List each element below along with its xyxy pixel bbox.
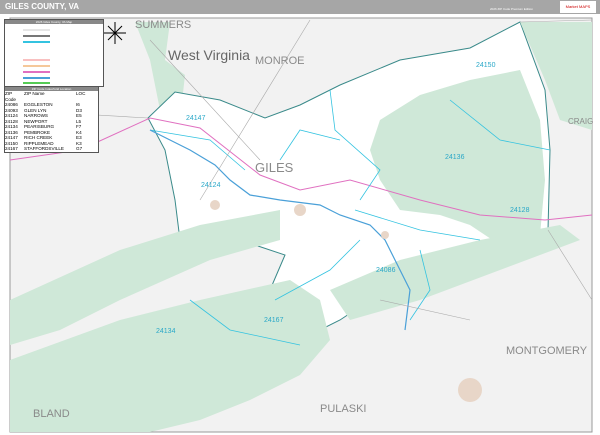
zip-name: STAFFORDSVILLE [24, 146, 64, 151]
col-loc: LOC [76, 91, 86, 96]
header-bar: GILES COUNTY, VA 2026 ZIP Code Premium E… [0, 0, 600, 14]
town-pembroke [381, 231, 389, 239]
zip-table-header: ZIP Code ZIP Name LOC [5, 91, 98, 102]
map-title: GILES COUNTY, VA [5, 2, 80, 11]
zip-label-24128: 24128 [510, 207, 530, 214]
county-label-summers: SUMMERS [135, 19, 192, 31]
county-label-bland: BLAND [33, 408, 70, 420]
zip-label-24167: 24167 [264, 317, 284, 324]
zip-label-24086: 24086 [376, 267, 396, 274]
town-pearisburg [294, 204, 306, 216]
zip-code: 24167 [5, 146, 18, 151]
zip-label-24136: 24136 [445, 154, 465, 161]
col-zip-name: ZIP Name [24, 91, 45, 96]
zip-label-24134: 24134 [156, 328, 176, 335]
zip-label-24124: 24124 [201, 182, 221, 189]
col-zip-code: ZIP Code [5, 91, 16, 102]
state-label: West Virginia [168, 47, 250, 63]
map-legend: 2026 Giles County, VA Map [4, 19, 104, 87]
county-label-craig: CRAIG [568, 117, 594, 126]
zip-label-24150: 24150 [476, 62, 496, 69]
grid-loc: G7 [76, 146, 83, 151]
town-narrows [210, 200, 220, 210]
legend-symbols [23, 29, 50, 84]
county-label-pulaski: PULASKI [320, 403, 367, 415]
zip-code-index-table: ZIP Code Index/Grid Location ZIP Code ZI… [4, 86, 99, 153]
county-label-montgomery: MONTGOMERY [506, 345, 588, 357]
county-label-monroe: MONROE [255, 55, 305, 67]
town-blacksburg [458, 378, 482, 402]
county-label-giles: GILES [255, 160, 294, 175]
table-row: 24167 STAFFORDSVILLE G7 [5, 146, 98, 152]
edition-label: 2026 ZIP Code Premium Edition [490, 7, 533, 11]
zip-label-24147: 24147 [186, 115, 206, 122]
market-maps-logo: Market MAPS [560, 1, 596, 13]
